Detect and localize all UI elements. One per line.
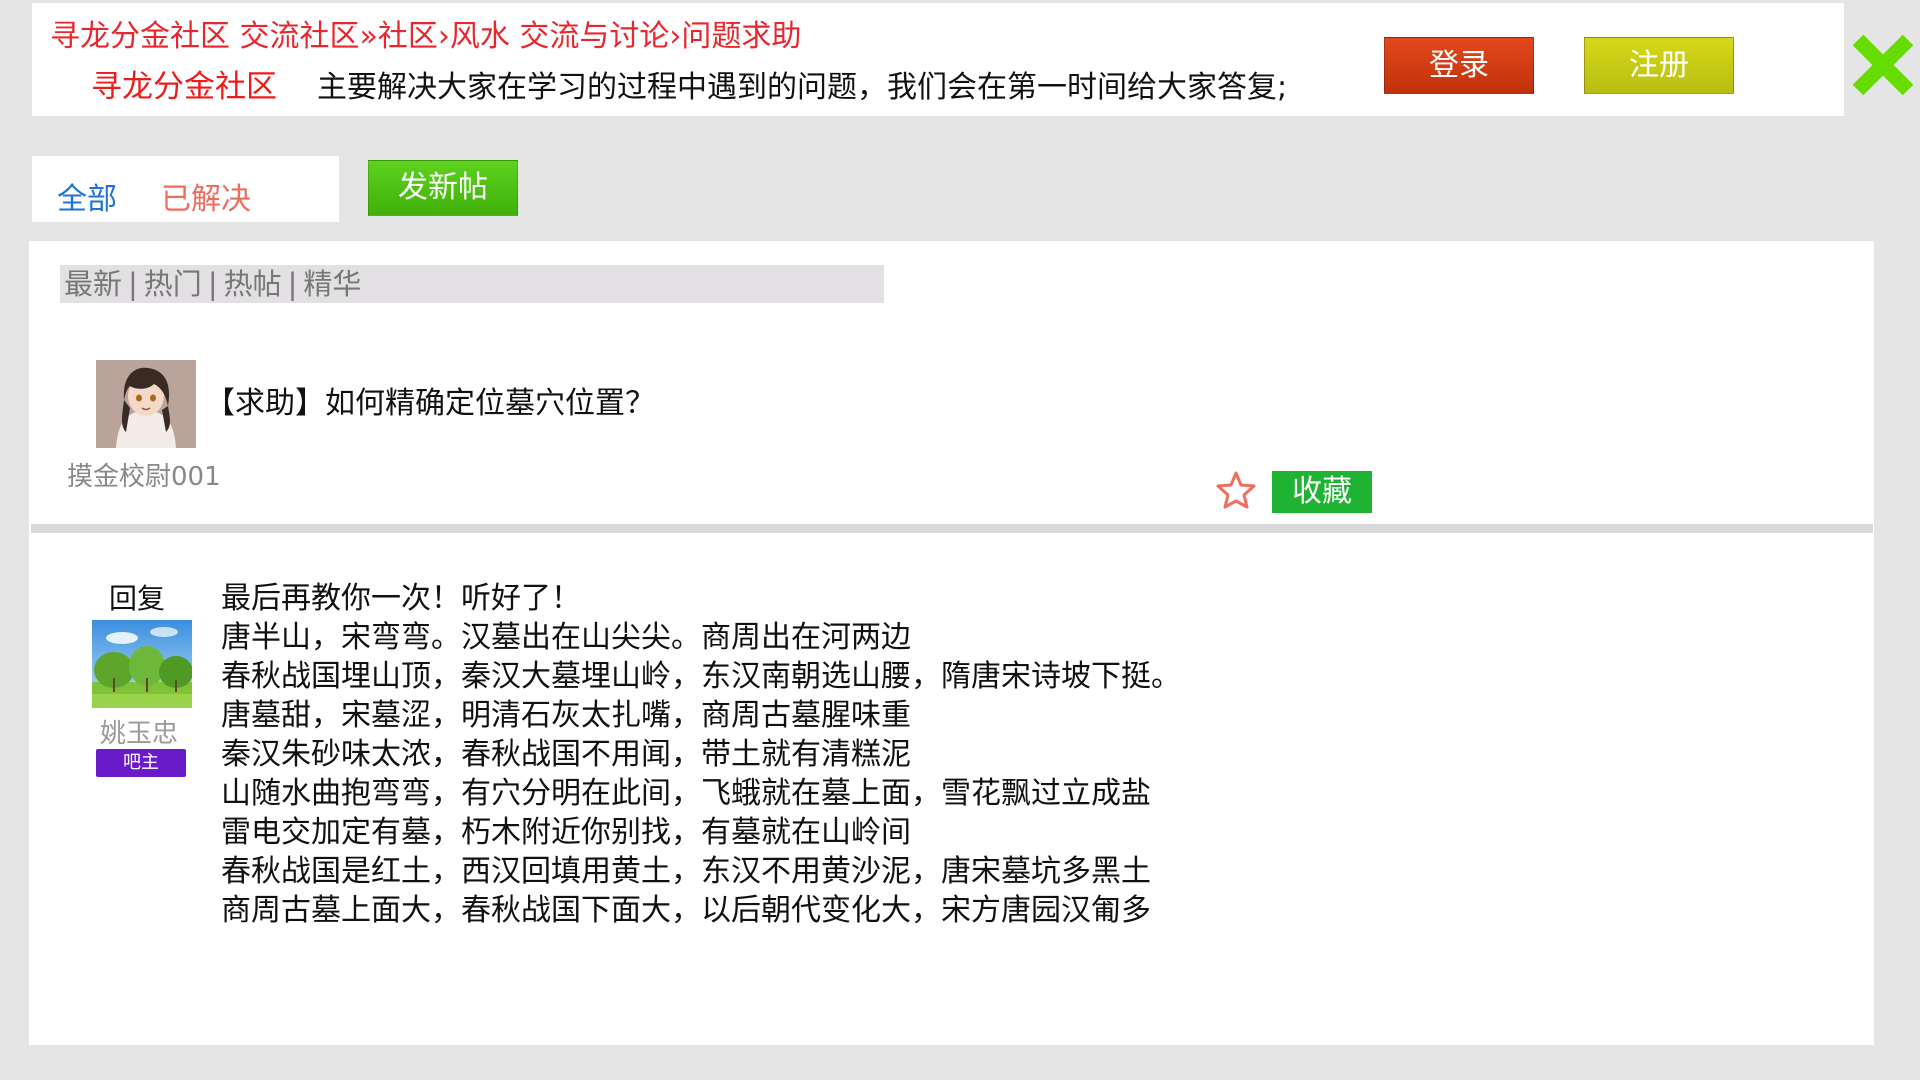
sort-popular[interactable]: 热门	[144, 267, 202, 301]
reply-line: 春秋战国是红土，西汉回填用黄土，东汉不用黄沙泥，唐宋墓坑多黑土	[221, 854, 1151, 889]
sort-separator: |	[287, 267, 298, 301]
new-post-button[interactable]: 发新帖	[368, 160, 518, 216]
tab-solved[interactable]: 已解决	[161, 174, 251, 218]
community-description: 主要解决大家在学习的过程中遇到的问题，我们会在第一时间给大家答复;	[317, 70, 1288, 105]
reply-author-name[interactable]: 姚玉忠	[100, 713, 178, 750]
sort-separator: |	[128, 267, 138, 301]
divider	[31, 524, 1873, 533]
filter-tabs: 全部 已解决	[32, 156, 339, 222]
breadcrumb[interactable]: 寻龙分金社区 交流社区»社区›风水 交流与讨论›问题求助	[50, 11, 801, 55]
sort-latest[interactable]: 最新	[64, 267, 122, 301]
sort-hot-posts[interactable]: 热帖	[224, 267, 282, 301]
reply-line: 秦汉朱砂味太浓，春秋战国不用闻，带土就有清糕泥	[221, 737, 911, 772]
close-icon[interactable]	[1850, 32, 1916, 98]
reply-line: 唐半山，宋弯弯。汉墓出在山尖尖。商周出在河两边	[221, 620, 911, 655]
post-author-name[interactable]: 摸金校尉001	[67, 456, 221, 493]
brand-name: 寻龙分金社区	[91, 69, 277, 105]
register-button[interactable]: 注册	[1584, 37, 1734, 94]
thread-panel: 最新 | 热门 | 热帖 | 精华 【求助】如何精确定位墓穴位置？ 摸金校尉001 收藏 回…	[29, 241, 1874, 1045]
collect-button[interactable]: 收藏	[1272, 471, 1372, 513]
reply-line: 山随水曲抱弯弯，有穴分明在此间，飞蛾就在墓上面，雪花飘过立成盐	[221, 776, 1151, 811]
reply-line: 最后再教你一次！听好了！	[221, 581, 581, 616]
reply-line: 唐墓甜，宋墓涩，明清石灰太扎嘴，商周古墓腥味重	[221, 698, 911, 733]
sort-featured[interactable]: 精华	[303, 267, 361, 301]
reply-line: 春秋战国埋山顶，秦汉大墓埋山岭，东汉南朝选山腰，隋唐宋诗坡下挺。	[221, 659, 1181, 694]
post-author-avatar[interactable]	[96, 360, 196, 448]
sort-bar: 最新 | 热门 | 热帖 | 精华	[60, 265, 884, 303]
post-title[interactable]: 【求助】如何精确定位墓穴位置？	[205, 378, 655, 422]
star-icon[interactable]	[1215, 470, 1257, 510]
sort-separator: |	[207, 267, 218, 301]
reply-heading: 回复	[109, 582, 166, 615]
reply-content: 最后再教你一次！听好了！ 唐半山，宋弯弯。汉墓出在山尖尖。商周出在河两边 春秋战…	[221, 579, 1181, 930]
login-button[interactable]: 登录	[1384, 37, 1534, 94]
reply-line: 商周古墓上面大，春秋战国下面大，以后朝代变化大，宋方唐园汉匍多	[221, 893, 1151, 928]
role-badge: 吧主	[96, 749, 186, 777]
tab-all[interactable]: 全部	[57, 174, 117, 218]
reply-author-avatar[interactable]	[92, 620, 192, 708]
top-header: 寻龙分金社区 交流社区»社区›风水 交流与讨论›问题求助 寻龙分金社区 主要解决…	[32, 3, 1844, 116]
reply-line: 雷电交加定有墓，朽木附近你别找，有墓就在山岭间	[221, 815, 911, 850]
